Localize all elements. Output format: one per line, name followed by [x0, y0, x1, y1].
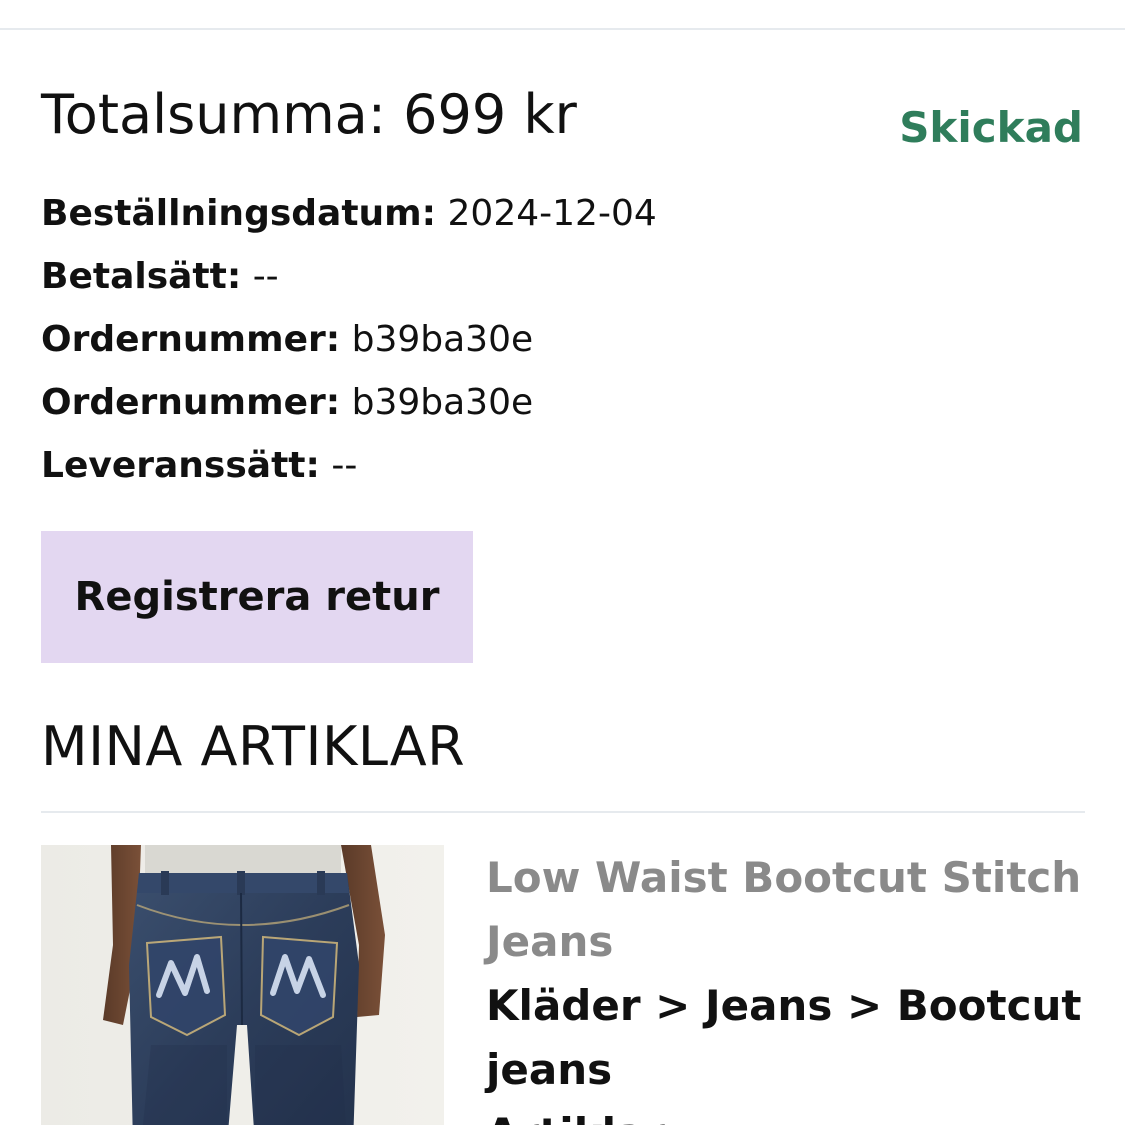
top-divider	[0, 28, 1125, 30]
delivery-method-value: --	[331, 445, 358, 486]
order-number-value: b39ba30e	[351, 382, 534, 423]
product-extra-label: Artiklar	[486, 1102, 1086, 1125]
order-date-value: 2024-12-04	[447, 193, 657, 234]
delivery-method-label: Leveranssätt:	[41, 445, 320, 486]
payment-method-row: Betalsätt: --	[41, 245, 657, 308]
order-date-label: Beställningsdatum:	[41, 193, 437, 234]
section-divider	[41, 811, 1085, 813]
order-total: Totalsumma: 699 kr	[41, 83, 577, 146]
order-number-value: b39ba30e	[351, 319, 534, 360]
order-number-row-duplicate: Ordernummer: b39ba30e	[41, 371, 657, 434]
order-info-list: Beställningsdatum: 2024-12-04 Betalsätt:…	[41, 182, 657, 497]
jeans-photo	[41, 845, 444, 1125]
payment-method-label: Betalsätt:	[41, 256, 242, 297]
register-return-button[interactable]: Registrera retur	[41, 531, 473, 663]
order-number-label: Ordernummer:	[41, 382, 341, 423]
order-number-row: Ordernummer: b39ba30e	[41, 308, 657, 371]
delivery-method-row: Leveranssätt: --	[41, 434, 657, 497]
order-number-label: Ordernummer:	[41, 319, 341, 360]
product-image[interactable]	[41, 845, 444, 1125]
product-category: Kläder > Jeans > Bootcut jeans	[486, 981, 1082, 1094]
product-name-link[interactable]: Low Waist Bootcut Stitch Jeans	[486, 846, 1086, 974]
product-info: Low Waist Bootcut Stitch Jeans Kläder > …	[486, 846, 1086, 1125]
my-items-heading: MINA ARTIKLAR	[41, 715, 466, 778]
order-status-badge: Skickad	[899, 103, 1083, 152]
payment-method-value: --	[252, 256, 279, 297]
order-date-row: Beställningsdatum: 2024-12-04	[41, 182, 657, 245]
order-details-page: Totalsumma: 699 kr Skickad Beställningsd…	[0, 0, 1125, 1125]
